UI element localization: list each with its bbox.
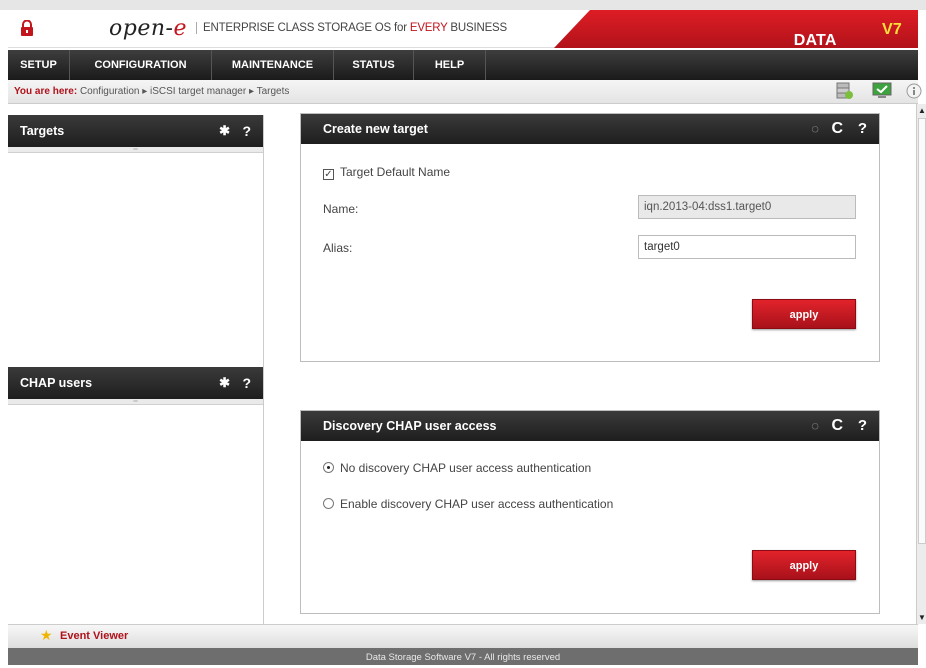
loading-spinner-icon: ◌ xyxy=(811,418,819,433)
checkbox-checked[interactable]: ✓ xyxy=(323,169,334,180)
targets-panel-title: Targets xyxy=(20,124,65,138)
gear-icon[interactable]: ✱ xyxy=(219,367,230,399)
menu-setup[interactable]: SETUP xyxy=(8,50,70,80)
server-icon[interactable] xyxy=(834,82,854,100)
name-field[interactable]: iqn.2013-04:dss1.target0 xyxy=(638,195,856,219)
menu-maintenance[interactable]: MAINTENANCE xyxy=(212,50,334,80)
alias-field[interactable]: target0 xyxy=(638,235,856,259)
scroll-up-arrow-icon[interactable]: ▲ xyxy=(918,106,926,115)
create-target-header: Create new target ◌ C ? xyxy=(301,114,879,144)
star-icon[interactable]: ★ xyxy=(40,627,53,644)
help-icon[interactable]: ? xyxy=(242,367,251,399)
help-icon[interactable]: ? xyxy=(242,115,251,147)
event-viewer-bar: ★ Event Viewer xyxy=(8,624,918,648)
target-default-name-checkbox[interactable]: ✓ Target Default Name xyxy=(323,165,450,180)
radio-enable-discovery-chap[interactable]: Enable discovery CHAP user access authen… xyxy=(323,497,613,511)
breadcrumb: You are here: Configuration ▸ iSCSI targ… xyxy=(8,80,922,104)
info-icon[interactable] xyxy=(904,82,924,100)
chap-users-panel: CHAP users ✱ ? ═ xyxy=(8,367,264,624)
scroll-down-arrow-icon[interactable]: ▼ xyxy=(918,613,926,622)
radio-no-discovery-chap[interactable]: No discovery CHAP user access authentica… xyxy=(323,461,591,475)
name-label: Name: xyxy=(323,202,359,216)
help-icon[interactable]: ? xyxy=(858,114,867,144)
refresh-icon[interactable]: C xyxy=(831,114,843,144)
gear-icon[interactable]: ✱ xyxy=(219,115,230,147)
menu-configuration[interactable]: CONFIGURATION xyxy=(70,50,212,80)
footer: Data Storage Software V7 - All rights re… xyxy=(8,648,918,665)
apply-button[interactable]: apply xyxy=(752,550,856,580)
main-menu: SETUP CONFIGURATION MAINTENANCE STATUS H… xyxy=(8,50,918,80)
breadcrumb-path[interactable]: Configuration ▸ iSCSI target manager ▸ T… xyxy=(80,86,289,97)
apply-button[interactable]: apply xyxy=(752,299,856,329)
resize-handle[interactable]: ═ xyxy=(8,147,263,153)
refresh-icon[interactable]: C xyxy=(831,411,843,441)
top-gap xyxy=(0,0,926,10)
chap-users-panel-header: CHAP users ✱ ? xyxy=(8,367,263,399)
open-e-logo[interactable]: open-e xyxy=(109,16,187,41)
menu-status[interactable]: STATUS xyxy=(334,50,414,80)
discovery-chap-title: Discovery CHAP user access xyxy=(323,419,497,433)
discovery-chap-header: Discovery CHAP user access ◌ C ? xyxy=(301,411,879,441)
tagline: ENTERPRISE CLASS STORAGE OS for EVERY BU… xyxy=(196,22,507,34)
chap-users-panel-title: CHAP users xyxy=(20,376,93,390)
scrollbar-thumb[interactable] xyxy=(918,118,926,544)
resize-handle[interactable]: ═ xyxy=(8,399,263,405)
targets-panel: Targets ✱ ? ═ xyxy=(8,115,264,367)
radio-unselected[interactable] xyxy=(323,498,334,509)
loading-spinner-icon: ◌ xyxy=(811,121,819,136)
radio-selected[interactable] xyxy=(323,462,334,473)
vertical-scrollbar[interactable]: ▲ ▼ xyxy=(916,104,926,624)
app-header: open-e ENTERPRISE CLASS STORAGE OS for E… xyxy=(8,10,918,48)
alias-label: Alias: xyxy=(323,241,353,255)
help-icon[interactable]: ? xyxy=(858,411,867,441)
create-target-title: Create new target xyxy=(323,122,428,136)
event-viewer-link[interactable]: Event Viewer xyxy=(60,630,128,642)
targets-panel-header: Targets ✱ ? xyxy=(8,115,263,147)
lock-icon xyxy=(21,20,33,36)
create-target-panel: Create new target ◌ C ? ✓ Target Default … xyxy=(300,113,880,362)
product-brand-banner: DATA STORAGE SOFTWARE V7 xyxy=(554,10,918,48)
breadcrumb-prefix: You are here: xyxy=(14,86,78,97)
menu-help[interactable]: HELP xyxy=(414,50,486,80)
monitor-check-icon[interactable] xyxy=(872,82,892,100)
discovery-chap-panel: Discovery CHAP user access ◌ C ? No disc… xyxy=(300,410,880,614)
